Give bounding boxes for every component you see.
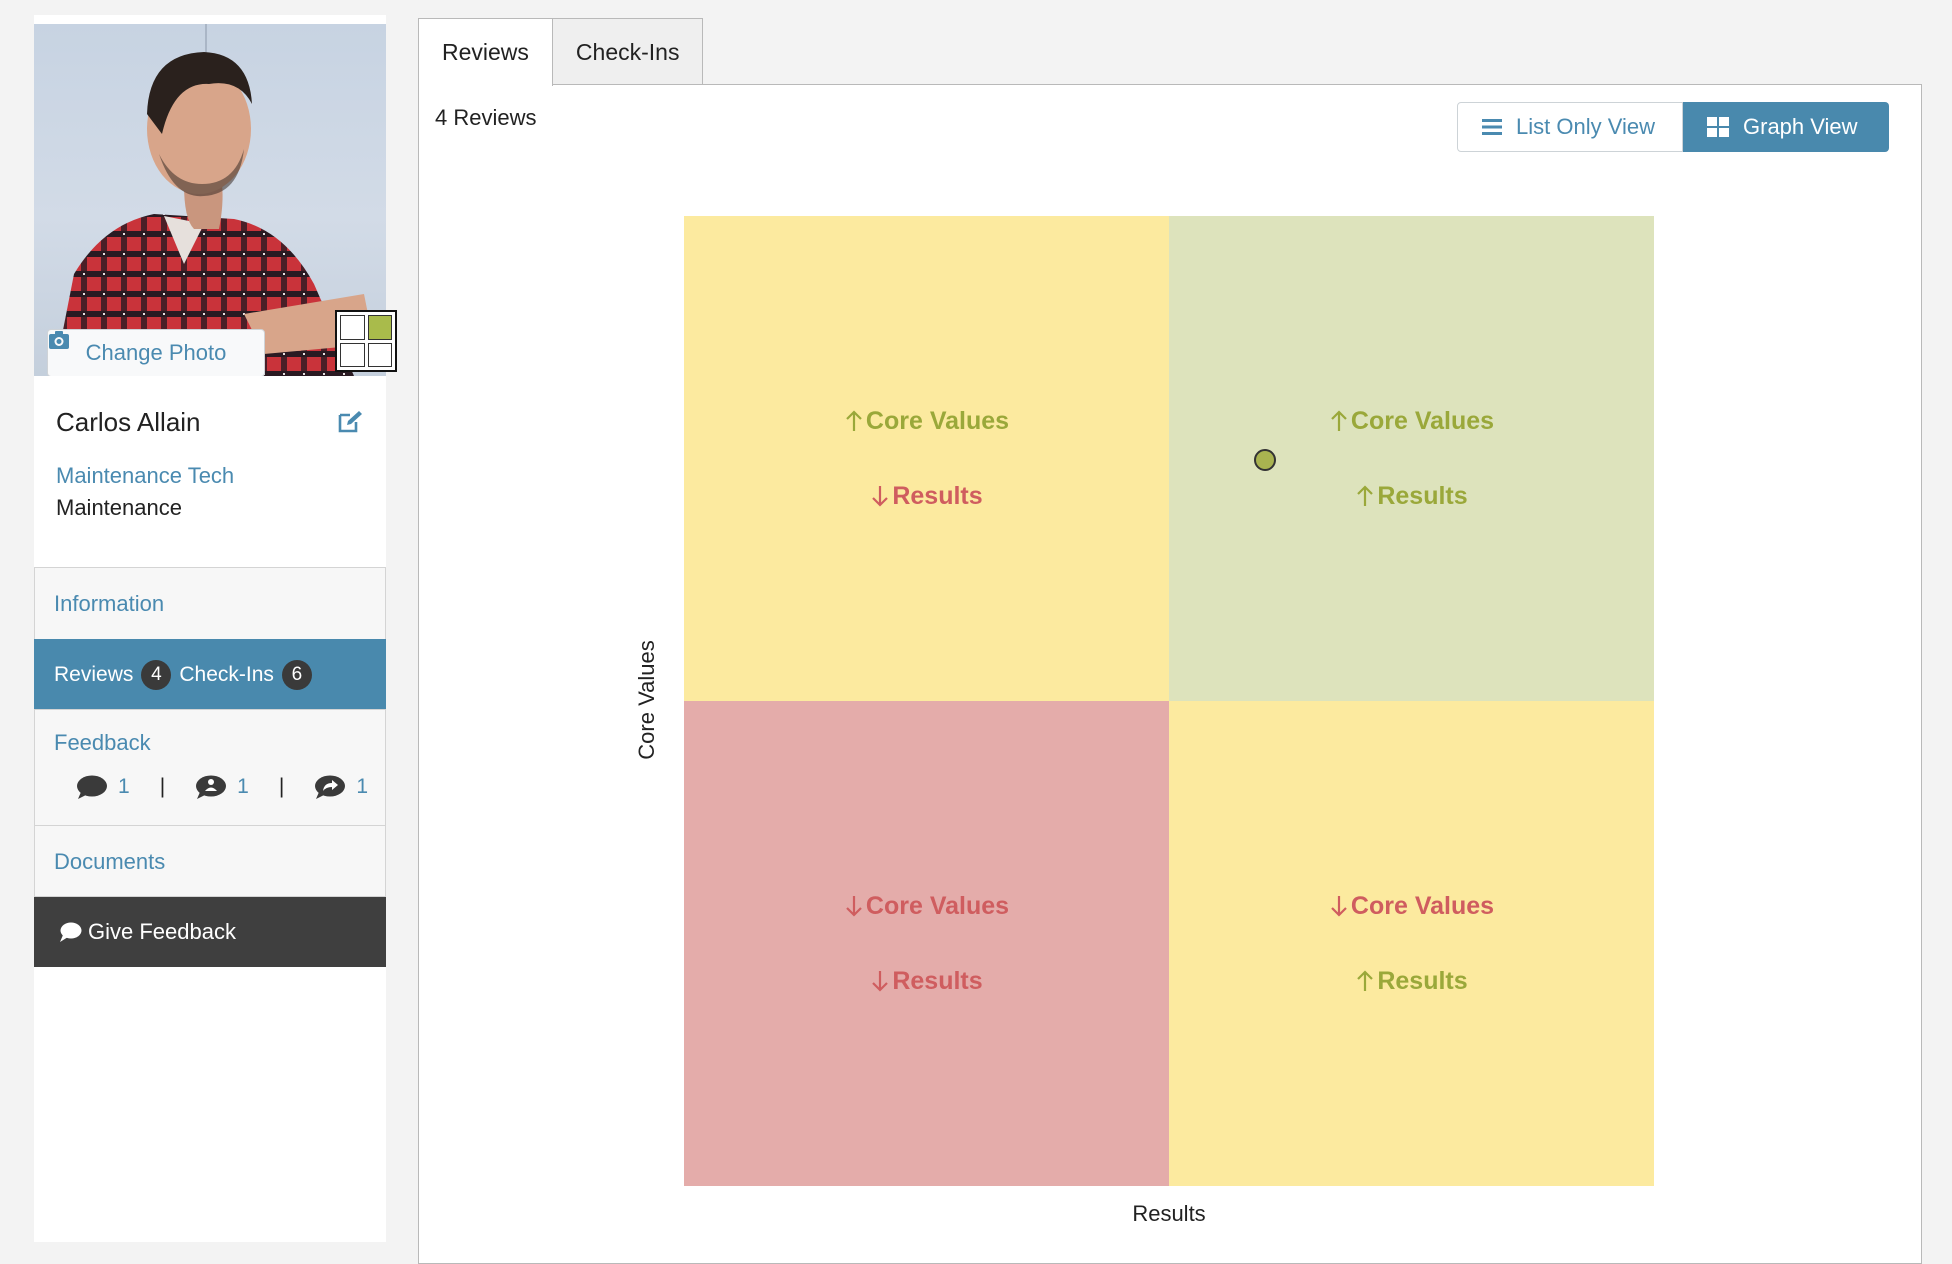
profile-photo: Change Photo — [34, 24, 386, 376]
list-icon — [1482, 119, 1502, 135]
grid-icon — [1707, 117, 1729, 137]
nav-reviews-label: Reviews — [54, 662, 134, 686]
quadrant-top-left: Core Values Results — [684, 216, 1169, 701]
quadrant-results-label: Results — [1377, 481, 1468, 510]
quadrant-line: Results — [1355, 481, 1468, 511]
review-data-point[interactable] — [1254, 449, 1276, 471]
y-axis-label: Core Values — [634, 640, 659, 760]
quadrant-line: Core Values — [844, 407, 1009, 436]
list-only-view-label: List Only View — [1516, 114, 1655, 139]
give-feedback-label: Give Feedback — [88, 919, 236, 944]
quadrant-results-label: Results — [892, 481, 983, 510]
list-only-view-button[interactable]: List Only View — [1457, 102, 1683, 152]
graph-view-button[interactable]: Graph View — [1683, 102, 1889, 152]
quadrant-line: Core Values — [1329, 407, 1494, 436]
mini-quadrant-cell — [340, 342, 365, 367]
tab-check-ins[interactable]: Check-Ins — [552, 18, 704, 84]
mini-quadrant-cell — [340, 315, 365, 340]
person-name: Carlos Allain — [56, 407, 201, 437]
view-toggle: List Only View Graph View — [1457, 102, 1889, 152]
private-feedback-icon — [196, 775, 227, 799]
review-tabs: Reviews Check-Ins — [418, 18, 704, 86]
checkins-count-badge: 6 — [281, 659, 312, 690]
nav-checkins-label: Check-Ins — [179, 662, 274, 686]
nav-item-information[interactable]: Information — [34, 567, 386, 639]
mini-quadrant-cell — [367, 342, 392, 367]
profile-sidebar: Change Photo Carlos Allain Maintenance T… — [34, 15, 397, 1242]
arrow-up-icon — [1357, 485, 1374, 506]
arrow-up-icon — [1331, 410, 1347, 431]
comment-icon — [60, 922, 82, 942]
quadrant-core-values-label: Core Values — [865, 406, 1010, 435]
job-title-link[interactable]: Maintenance Tech — [56, 463, 234, 489]
quadrant-core-values-label: Core Values — [1350, 891, 1495, 920]
arrow-up-icon — [1357, 970, 1374, 991]
shared-feedback-count: 1 — [356, 775, 368, 798]
arrow-down-icon — [846, 896, 862, 917]
arrow-down-icon — [872, 971, 889, 992]
person-photo-illustration — [54, 24, 374, 376]
edit-icon[interactable] — [337, 410, 363, 434]
comment-count: 1 — [118, 775, 130, 798]
separator: | — [278, 775, 285, 798]
quadrant-top-right: Core Values Results — [1169, 216, 1654, 701]
change-photo-button[interactable]: Change Photo — [47, 329, 265, 376]
feedback-counts: 1 | 1 | 1 — [76, 774, 385, 800]
reviews-count-badge: 4 — [141, 659, 172, 690]
reviews-panel: 4 Reviews List Only View Graph View Core… — [418, 84, 1922, 1264]
mini-quadrant-icon — [335, 310, 397, 372]
share-feedback-icon — [315, 775, 346, 799]
tab-reviews[interactable]: Reviews — [418, 18, 553, 86]
quadrant-bottom-left: Core Values Results — [684, 701, 1169, 1186]
department-label: Maintenance — [56, 495, 182, 520]
quadrant-core-values-label: Core Values — [1350, 406, 1495, 435]
nav-item-documents[interactable]: Documents — [34, 825, 386, 897]
graph-view-label: Graph View — [1743, 114, 1858, 139]
quadrant-core-values-label: Core Values — [865, 891, 1010, 920]
review-count-label: 4 Reviews — [435, 105, 537, 130]
nav-item-feedback[interactable]: Feedback 1 | 1 | 1 — [34, 709, 386, 825]
quadrant-results-label: Results — [1377, 966, 1468, 995]
camera-icon — [49, 331, 69, 349]
quadrant-bottom-right: Core Values Results — [1169, 701, 1654, 1186]
separator: | — [159, 775, 166, 798]
nav-item-reviews-checkins[interactable]: Reviews 4 Check-Ins 6 — [34, 639, 386, 709]
quadrant-line: Results — [870, 966, 983, 996]
arrow-down-icon — [1331, 896, 1347, 917]
arrow-up-icon — [846, 410, 862, 431]
quadrant-line: Core Values — [844, 892, 1009, 921]
change-photo-label: Change Photo — [85, 340, 227, 365]
quadrant-line: Results — [870, 481, 983, 511]
profile-nav: Information Reviews 4 Check-Ins 6 Feedba… — [34, 567, 386, 967]
quadrant-results-label: Results — [892, 966, 983, 995]
mini-quadrant-cell-active — [367, 315, 392, 340]
give-feedback-button[interactable]: Give Feedback — [34, 897, 386, 967]
comment-icon — [77, 775, 107, 799]
quadrant-line: Core Values — [1329, 892, 1494, 921]
arrow-down-icon — [872, 486, 889, 507]
private-feedback-count: 1 — [237, 775, 249, 798]
quadrant-line: Results — [1355, 966, 1468, 996]
x-axis-label: Results — [1132, 1201, 1206, 1226]
feedback-label: Feedback — [54, 730, 151, 755]
